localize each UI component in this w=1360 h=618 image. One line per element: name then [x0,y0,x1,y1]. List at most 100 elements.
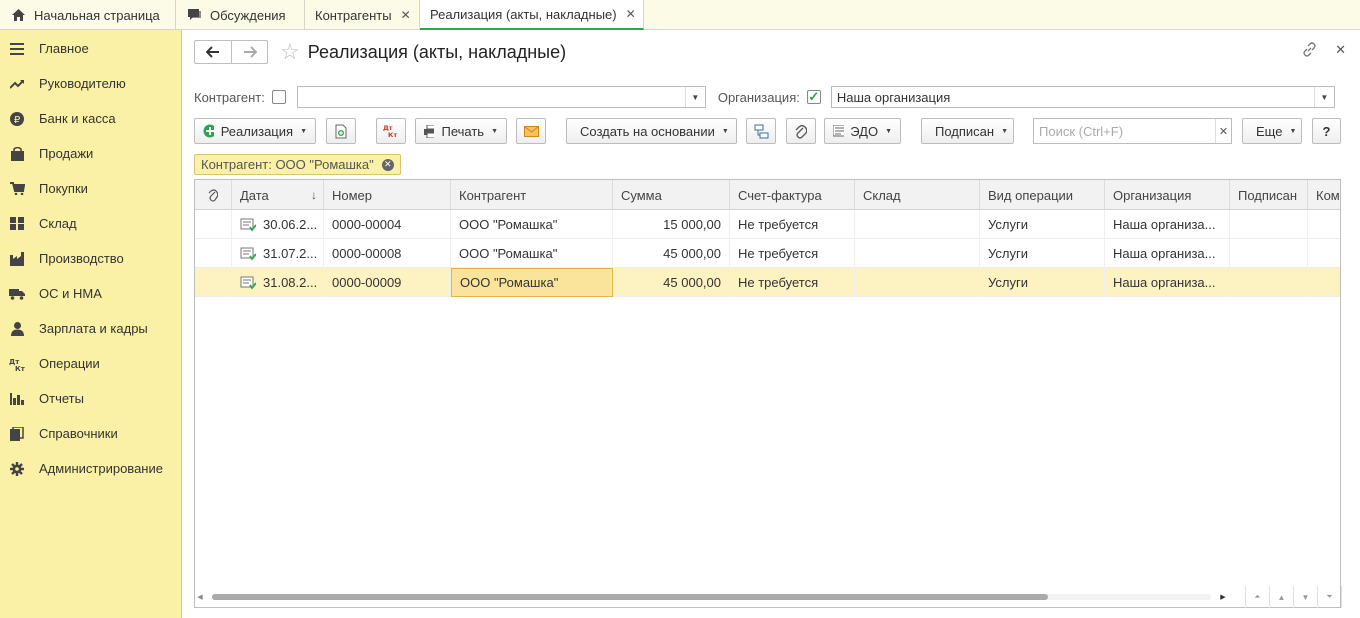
structure-icon [754,124,768,138]
envelope-icon [523,125,539,137]
focused-cell[interactable]: ООО "Ромашка" [451,268,613,297]
svg-text:₽: ₽ [14,115,21,126]
column-sum[interactable]: Сумма [613,180,730,210]
organization-label: Организация: [717,89,800,105]
tab-realizaciya[interactable]: Реализация (акты, накладные) ✕ [420,0,644,30]
copy-document-button[interactable] [326,118,356,144]
structure-button[interactable] [746,118,776,144]
column-kontragent[interactable]: Контрагент [451,180,613,210]
sidebar-item-admin[interactable]: Администрирование [0,451,181,486]
dt-kt-icon: ДтКт [383,124,397,138]
remove-filter-icon[interactable]: ✕ [381,158,394,171]
sidebar-item-os-nma[interactable]: ОС и НМА [0,276,181,311]
create-realization-button[interactable]: Реализация ▼ [194,118,316,144]
posted-document-icon [240,276,256,290]
column-warehouse[interactable]: Склад [855,180,980,210]
sidebar-item-label: Покупки [39,181,88,196]
form-header: ☆ Реализация (акты, накладные) [194,40,566,64]
close-icon[interactable]: ✕ [626,7,636,21]
table-row-selected[interactable]: 31.08.2... 0000-00009 ООО "Ромашка" 45 0… [195,268,1340,297]
column-operation-type[interactable]: Вид операции [980,180,1105,210]
sidebar-item-main[interactable]: Главное [0,31,181,66]
more-button[interactable]: Еще ▼ [1242,118,1302,144]
back-button[interactable] [195,41,231,63]
kontragent-field[interactable]: ▼ [296,86,706,108]
documents-table: Дата ↓ Номер Контрагент Сумма Счет-фактур… [194,179,1341,608]
dt-kt-button[interactable]: Дт Кт [376,118,406,144]
column-date[interactable]: Дата ↓ [232,180,324,210]
organization-field[interactable]: Наша организация ▼ [830,86,1335,108]
tab-label: Начальная страница [34,7,160,23]
sidebar-item-production[interactable]: Производство [0,241,181,276]
kontragent-checkbox[interactable] [271,90,286,104]
tab-discussions[interactable]: Обсуждения [176,0,305,30]
go-last-icon[interactable]: ⏷ [1318,586,1342,608]
horizontal-scrollbar[interactable]: ◀ ▶ [194,590,1229,604]
tab-kontragenty[interactable]: Контрагенты ✕ [305,0,420,30]
column-signed[interactable]: Подписан [1230,180,1308,210]
posted-document-icon [240,247,256,261]
chevron-down-icon: ▼ [885,127,892,135]
help-button[interactable]: ? [1312,118,1341,144]
print-label: Печать [441,123,485,139]
go-first-icon[interactable]: ⏶ [1246,586,1270,608]
create-label: Реализация [220,123,294,139]
print-button[interactable]: Печать ▼ [415,118,507,144]
close-icon[interactable]: ✕ [1335,42,1346,60]
search-input[interactable] [1034,119,1215,143]
create-on-basis-button[interactable]: Создать на основании ▼ [566,118,737,144]
scroll-left-icon[interactable]: ◀ [194,593,206,601]
scroll-track[interactable] [212,594,1211,600]
sidebar-item-reports[interactable]: Отчеты [0,381,181,416]
edo-icon [833,124,845,136]
column-attachments[interactable] [195,180,232,210]
chevron-down-icon[interactable]: ▼ [684,87,705,107]
column-number[interactable]: Номер [324,180,451,210]
scroll-right-icon[interactable]: ▶ [1217,593,1229,601]
clear-icon[interactable]: ✕ [1215,119,1231,143]
tab-label: Обсуждения [210,7,286,23]
chat-icon [186,7,202,23]
sidebar-item-purchases[interactable]: Покупки [0,171,181,206]
tab-label: Реализация (акты, накладные) [430,6,617,22]
forward-button[interactable] [231,41,267,63]
sidebar-item-label: Администрирование [39,461,163,476]
sidebar-item-sales[interactable]: Продажи [0,136,181,171]
truck-icon [9,286,25,302]
organization-checkbox[interactable]: ✓ [806,89,821,104]
attach-button[interactable] [786,118,816,144]
sidebar-item-bank[interactable]: ₽ Банк и касса [0,101,181,136]
sidebar-item-operations[interactable]: Дт Кт Операции [0,346,181,381]
sidebar-item-label: Склад [39,216,77,231]
go-down-icon[interactable]: ▼ [1294,586,1318,608]
gear-icon [9,461,25,477]
email-button[interactable] [516,118,546,144]
go-up-icon[interactable]: ▲ [1270,586,1294,608]
kontragent-label: Контрагент: [194,89,265,105]
column-invoice[interactable]: Счет-фактура [730,180,855,210]
sidebar-item-catalogs[interactable]: Справочники [0,416,181,451]
table-row[interactable]: 31.07.2... 0000-00008 ООО "Ромашка" 45 0… [195,239,1340,268]
column-organization[interactable]: Организация [1105,180,1230,210]
scroll-thumb[interactable] [212,594,1048,600]
chevron-down-icon[interactable]: ▼ [1313,87,1334,107]
star-icon[interactable]: ☆ [280,41,300,63]
close-icon[interactable]: ✕ [401,8,411,22]
column-comment[interactable]: Ком [1308,180,1340,210]
person-icon [9,321,25,337]
paperclip-icon [208,188,218,202]
sidebar-item-warehouse[interactable]: Склад [0,206,181,241]
tab-home[interactable]: Начальная страница [0,0,176,30]
sidebar-item-salary[interactable]: Зарплата и кадры [0,311,181,346]
tab-bar: Начальная страница Обсуждения Контрагент… [0,0,1360,30]
document-add-icon [335,124,347,138]
link-icon[interactable] [1302,42,1317,60]
sidebar-item-manager[interactable]: Руководителю [0,66,181,101]
table-row[interactable]: 30.06.2... 0000-00004 ООО "Ромашка" 15 0… [195,210,1340,239]
ruble-icon: ₽ [9,111,25,127]
add-icon [203,124,214,138]
organization-value: Наша организация [836,89,951,105]
sidebar-item-label: Справочники [39,426,118,441]
edo-button[interactable]: ЭДО ▼ [824,118,901,144]
signed-filter-button[interactable]: Подписан ▼ [921,118,1014,144]
